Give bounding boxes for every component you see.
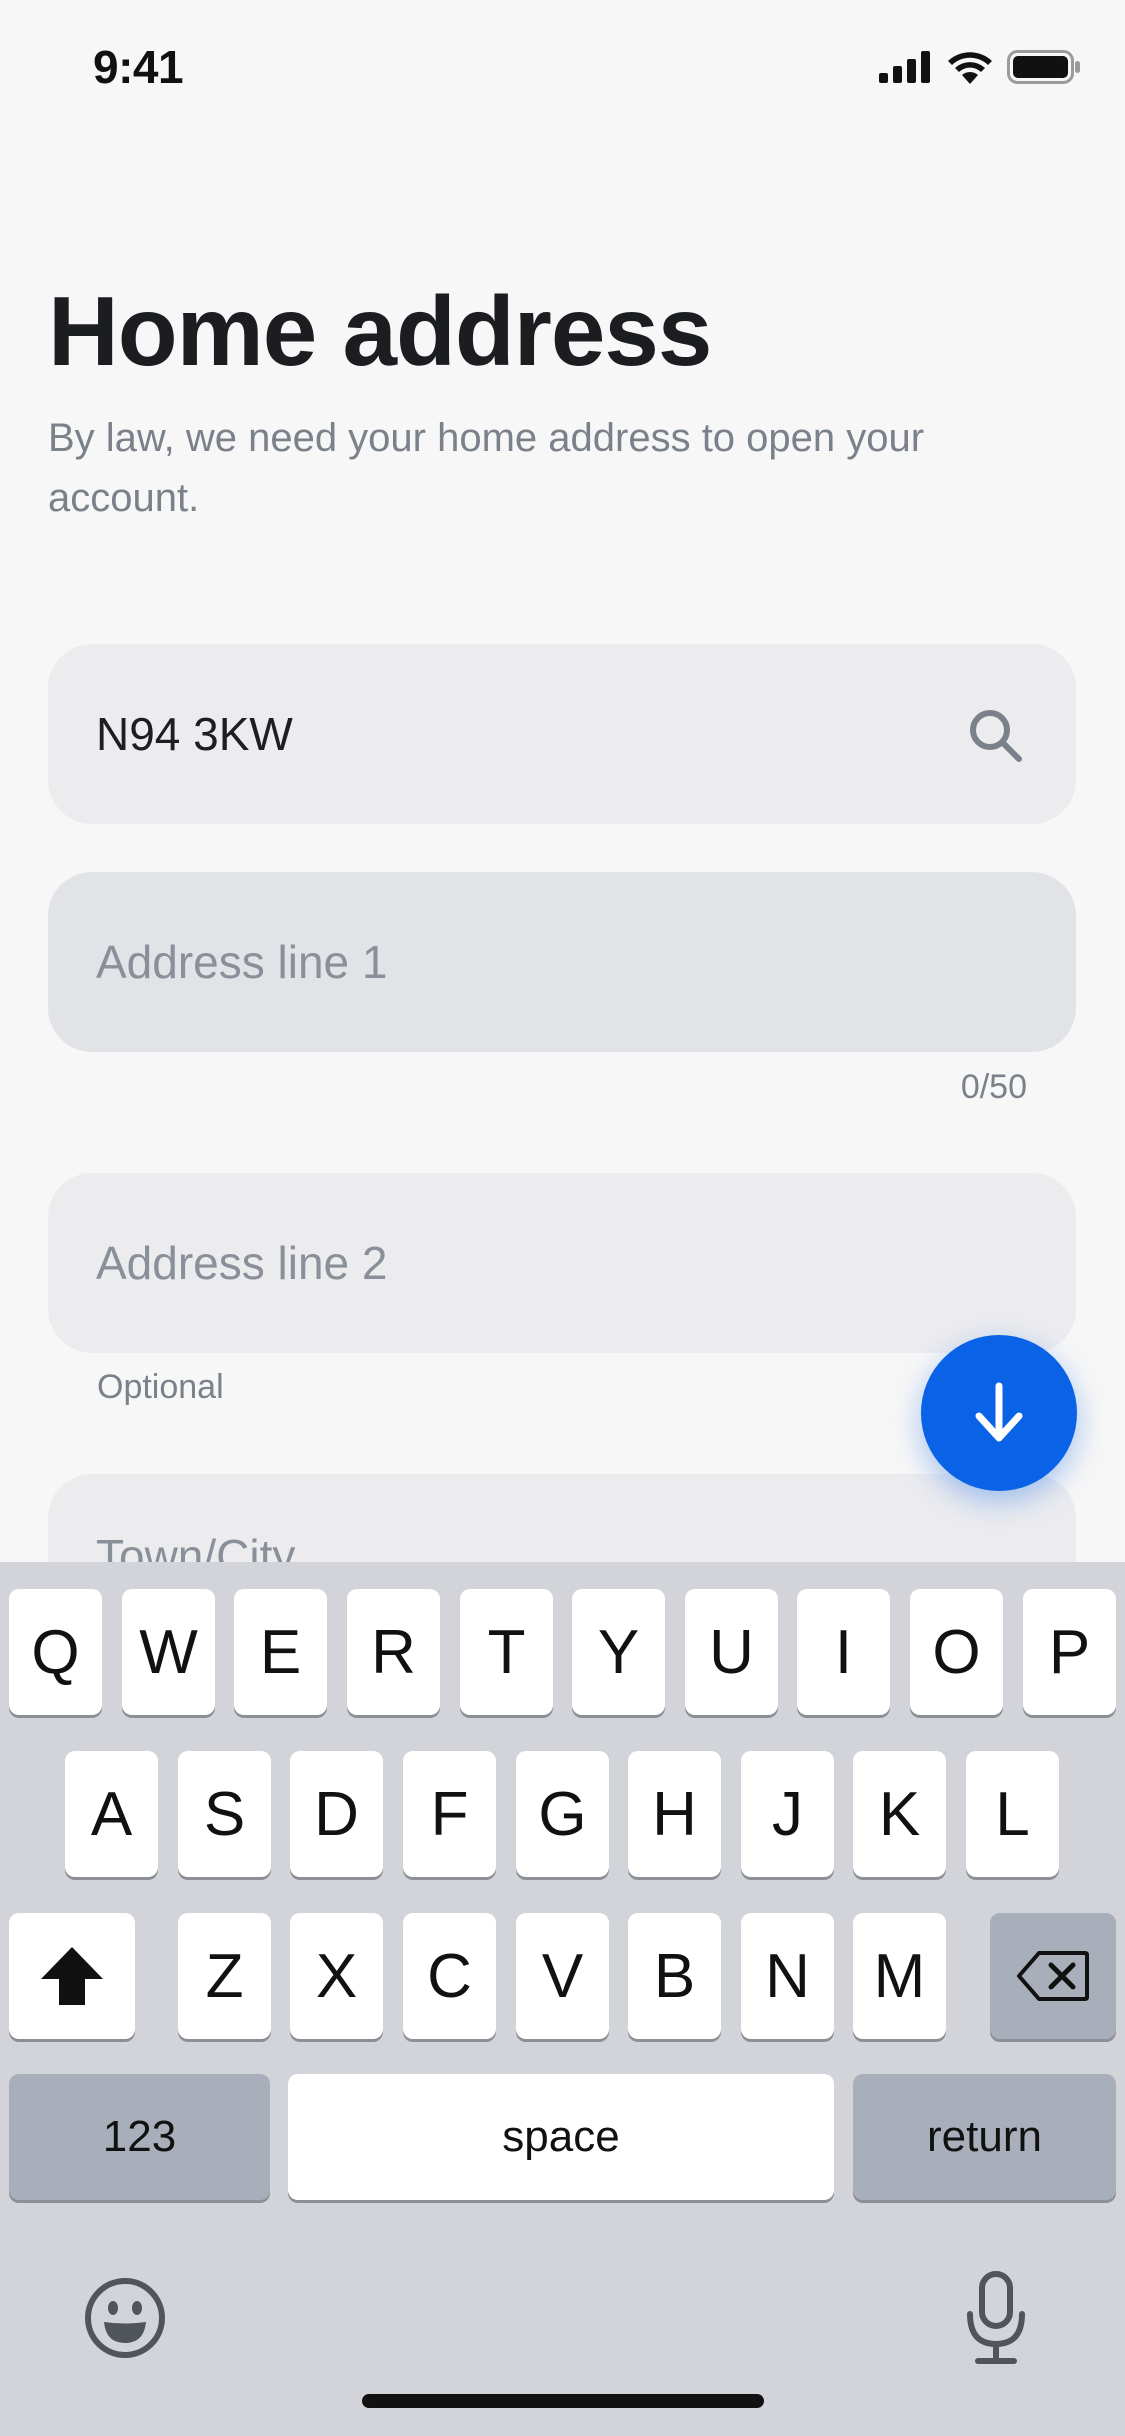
key-r[interactable]: R <box>347 1589 440 1715</box>
backspace-icon <box>1017 1951 1089 2001</box>
shift-icon <box>41 1947 103 2005</box>
key-q[interactable]: Q <box>9 1589 102 1715</box>
status-icons <box>879 50 1081 84</box>
status-time: 9:41 <box>93 41 184 93</box>
battery-icon <box>1007 50 1080 84</box>
keyboard: Q W E R T Y U I O P A S D F G H J K L Z … <box>0 1562 1125 2436</box>
key-p[interactable]: P <box>1023 1589 1116 1715</box>
key-n[interactable]: N <box>741 1913 834 2039</box>
key-o[interactable]: O <box>910 1589 1003 1715</box>
key-g[interactable]: G <box>516 1751 609 1877</box>
key-t[interactable]: T <box>460 1589 553 1715</box>
key-i[interactable]: I <box>797 1589 890 1715</box>
key-c[interactable]: C <box>403 1913 496 2039</box>
key-e[interactable]: E <box>234 1589 327 1715</box>
postcode-search-field[interactable]: N94 3KW <box>48 644 1076 824</box>
return-key[interactable]: return <box>853 2074 1116 2200</box>
page-subtitle: By law, we need your home address to ope… <box>48 416 925 520</box>
key-a[interactable]: A <box>65 1751 158 1877</box>
key-b[interactable]: B <box>628 1913 721 2039</box>
key-v[interactable]: V <box>516 1913 609 2039</box>
key-k[interactable]: K <box>853 1751 946 1877</box>
microphone-icon[interactable] <box>964 2270 1028 2366</box>
key-z[interactable]: Z <box>178 1913 271 2039</box>
cellular-signal-icon <box>879 51 930 83</box>
address-line-2-field[interactable]: Address line 2 <box>48 1173 1076 1353</box>
key-w[interactable]: W <box>122 1589 215 1715</box>
key-h[interactable]: H <box>628 1751 721 1877</box>
key-u[interactable]: U <box>685 1589 778 1715</box>
key-m[interactable]: M <box>853 1913 946 2039</box>
key-f[interactable]: F <box>403 1751 496 1877</box>
arrow-down-icon <box>975 1382 1023 1442</box>
wifi-icon <box>948 52 992 84</box>
home-indicator[interactable] <box>362 2394 764 2408</box>
key-s[interactable]: S <box>178 1751 271 1877</box>
address-line-2-helper: Optional <box>97 1368 224 1406</box>
key-l[interactable]: L <box>966 1751 1059 1877</box>
page-title: Home address <box>48 276 712 386</box>
scroll-down-button[interactable] <box>921 1335 1077 1491</box>
key-y[interactable]: Y <box>572 1589 665 1715</box>
key-j[interactable]: J <box>741 1751 834 1877</box>
shift-key[interactable] <box>9 1913 135 2039</box>
address-line-1-counter: 0/50 <box>960 1068 1027 1106</box>
backspace-key[interactable] <box>990 1913 1116 2039</box>
emoji-icon[interactable] <box>84 2277 166 2359</box>
screen: 9:41 Home address By law, we need your h… <box>0 0 1125 2436</box>
key-x[interactable]: X <box>290 1913 383 2039</box>
numbers-key[interactable]: 123 <box>9 2074 270 2200</box>
address-line-2-placeholder: Address line 2 <box>96 1237 388 1289</box>
key-d[interactable]: D <box>290 1751 383 1877</box>
address-line-1-field[interactable]: Address line 1 <box>48 872 1076 1052</box>
address-line-1-placeholder: Address line 1 <box>96 936 388 988</box>
search-icon[interactable] <box>966 706 1024 764</box>
space-key[interactable]: space <box>288 2074 834 2200</box>
postcode-value: N94 3KW <box>96 708 293 760</box>
